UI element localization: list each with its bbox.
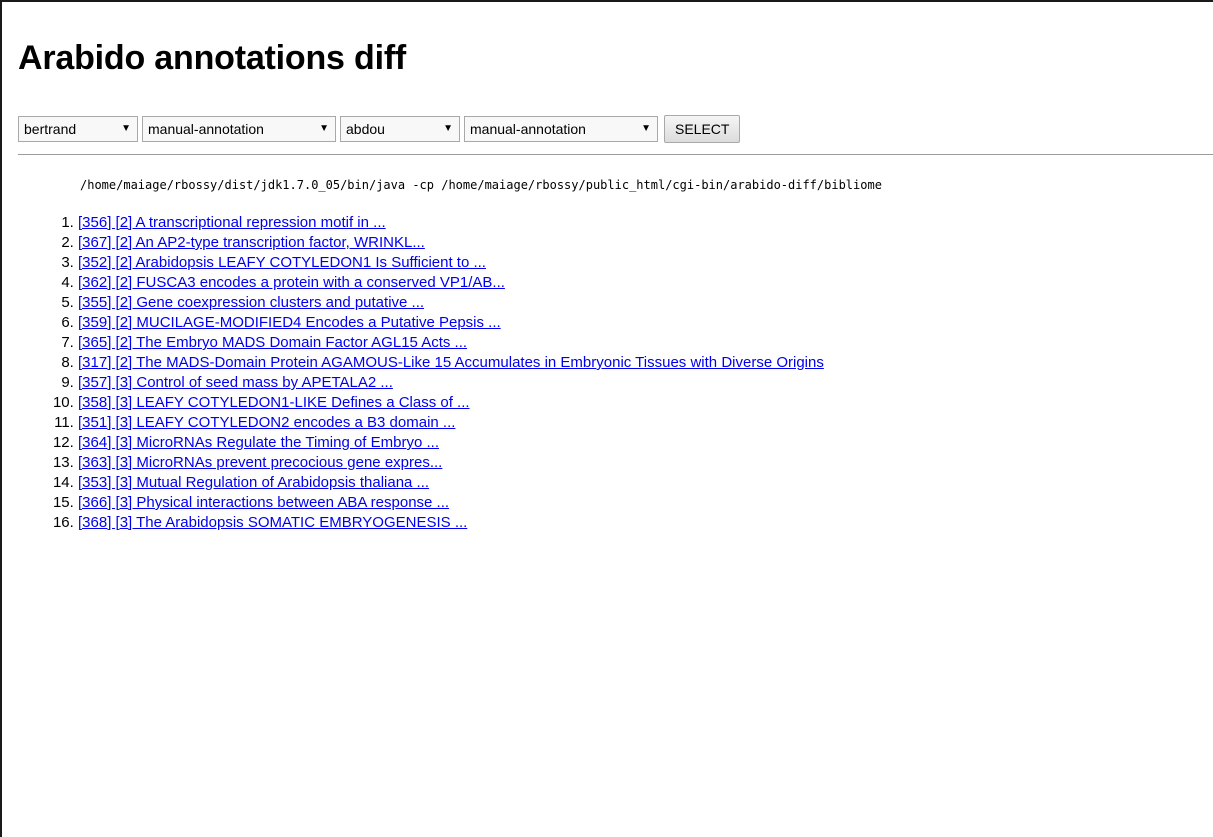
list-item: [366] [3] Physical interactions between … [78, 493, 1213, 513]
list-item: [356] [2] A transcriptional repression m… [78, 213, 1213, 233]
dropdown-arrow-icon: ▼ [641, 123, 651, 134]
document-link[interactable]: [358] [3] LEAFY COTYLEDON1-LIKE Defines … [78, 394, 470, 411]
user1-select[interactable]: bertrand ▼ [18, 116, 138, 142]
set1-select-value: manual-annotation [148, 121, 264, 137]
list-item: [352] [2] Arabidopsis LEAFY COTYLEDON1 I… [78, 253, 1213, 273]
list-item: [364] [3] MicroRNAs Regulate the Timing … [78, 433, 1213, 453]
list-item: [317] [2] The MADS-Domain Protein AGAMOU… [78, 353, 1213, 373]
divider [18, 154, 1213, 155]
document-link[interactable]: [367] [2] An AP2-type transcription fact… [78, 234, 425, 251]
list-item: [358] [3] LEAFY COTYLEDON1-LIKE Defines … [78, 393, 1213, 413]
document-list: [356] [2] A transcriptional repression m… [18, 213, 1213, 533]
document-link[interactable]: [365] [2] The Embryo MADS Domain Factor … [78, 334, 467, 351]
list-item: [357] [3] Control of seed mass by APETAL… [78, 373, 1213, 393]
list-item: [367] [2] An AP2-type transcription fact… [78, 233, 1213, 253]
list-item: [355] [2] Gene coexpression clusters and… [78, 293, 1213, 313]
list-item: [363] [3] MicroRNAs prevent precocious g… [78, 453, 1213, 473]
list-item: [353] [3] Mutual Regulation of Arabidops… [78, 473, 1213, 493]
select-button[interactable]: SELECT [664, 115, 741, 143]
list-item: [351] [3] LEAFY COTYLEDON2 encodes a B3 … [78, 413, 1213, 433]
user2-select-value: abdou [346, 121, 385, 137]
set1-select[interactable]: manual-annotation ▼ [142, 116, 336, 142]
page: Arabido annotations diff bertrand ▼ manu… [2, 38, 1213, 533]
document-link[interactable]: [362] [2] FUSCA3 encodes a protein with … [78, 274, 505, 291]
list-item: [365] [2] The Embryo MADS Domain Factor … [78, 333, 1213, 353]
list-item: [368] [3] The Arabidopsis SOMATIC EMBRYO… [78, 513, 1213, 533]
document-link[interactable]: [352] [2] Arabidopsis LEAFY COTYLEDON1 I… [78, 254, 486, 271]
user1-select-value: bertrand [24, 121, 77, 137]
dropdown-arrow-icon: ▼ [319, 123, 329, 134]
document-link[interactable]: [366] [3] Physical interactions between … [78, 494, 449, 511]
set2-select[interactable]: manual-annotation ▼ [464, 116, 658, 142]
filter-controls: bertrand ▼ manual-annotation ▼ abdou ▼ m… [18, 114, 1213, 144]
document-link[interactable]: [368] [3] The Arabidopsis SOMATIC EMBRYO… [78, 514, 467, 531]
document-link[interactable]: [317] [2] The MADS-Domain Protein AGAMOU… [78, 354, 824, 371]
document-link[interactable]: [363] [3] MicroRNAs prevent precocious g… [78, 454, 442, 471]
document-link[interactable]: [359] [2] MUCILAGE-MODIFIED4 Encodes a P… [78, 314, 501, 331]
document-link[interactable]: [351] [3] LEAFY COTYLEDON2 encodes a B3 … [78, 414, 455, 431]
document-link[interactable]: [356] [2] A transcriptional repression m… [78, 214, 386, 231]
list-item: [359] [2] MUCILAGE-MODIFIED4 Encodes a P… [78, 313, 1213, 333]
document-link[interactable]: [353] [3] Mutual Regulation of Arabidops… [78, 474, 429, 491]
command-line: /home/maiage/rbossy/dist/jdk1.7.0_05/bin… [80, 178, 882, 192]
page-title: Arabido annotations diff [18, 39, 407, 77]
document-link[interactable]: [364] [3] MicroRNAs Regulate the Timing … [78, 434, 439, 451]
dropdown-arrow-icon: ▼ [121, 123, 131, 134]
document-link[interactable]: [355] [2] Gene coexpression clusters and… [78, 294, 424, 311]
dropdown-arrow-icon: ▼ [443, 123, 453, 134]
list-item: [362] [2] FUSCA3 encodes a protein with … [78, 273, 1213, 293]
user2-select[interactable]: abdou ▼ [340, 116, 460, 142]
document-link[interactable]: [357] [3] Control of seed mass by APETAL… [78, 374, 393, 391]
set2-select-value: manual-annotation [470, 121, 586, 137]
